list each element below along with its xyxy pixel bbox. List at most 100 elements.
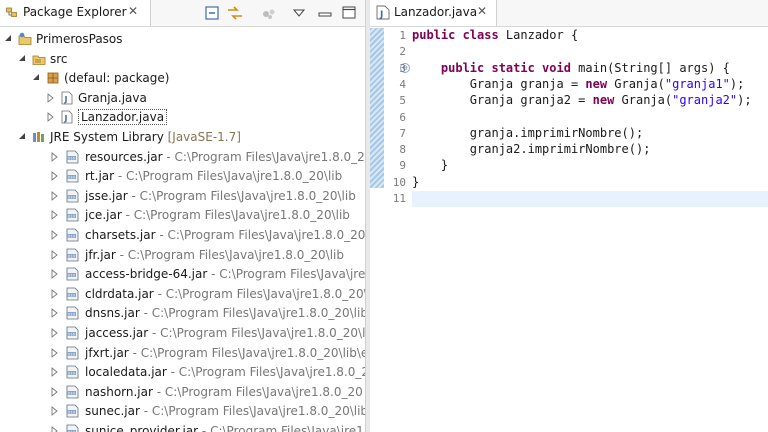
tree-node-jar[interactable]: 010 dnsns.jar - C:\Program Files\Java\jre… — [0, 303, 365, 323]
collapsed-twisty-icon[interactable] — [50, 190, 60, 201]
tree-node-jar[interactable]: 010 nashorn.jar - C:\Program Files\Java\j… — [0, 382, 365, 402]
jar-name: access-bridge-64.jar — [85, 267, 208, 282]
collapsed-twisty-icon[interactable] — [50, 406, 60, 417]
tree-node-label: (defaul: package) — [64, 71, 169, 85]
jar-label: nashorn.jar - C:\Program Files\Java\jre1… — [85, 385, 363, 399]
expanded-twisty-icon[interactable] — [18, 132, 28, 142]
jar-name: jfxrt.jar — [85, 345, 129, 360]
tree-node[interactable]: J Granja.java — [0, 88, 365, 108]
code-text: } — [412, 174, 420, 189]
line-number: 7 — [399, 126, 406, 140]
code-line[interactable]: granja.imprimirNombre(); — [412, 126, 768, 142]
close-icon[interactable]: ✕ — [128, 4, 138, 18]
code-line[interactable] — [412, 110, 768, 126]
collapsed-twisty-icon[interactable] — [50, 328, 60, 338]
tab-lanzador-java[interactable]: J Lanzador.java ✕ — [370, 0, 497, 26]
jar-label: jce.jar - C:\Program Files\Java\jre1.8.0… — [85, 208, 350, 222]
code-line[interactable]: } — [412, 158, 768, 174]
tree-node-decoration: [JavaSE-1.7] — [163, 130, 241, 144]
tree-node[interactable]: src — [0, 49, 365, 69]
close-icon[interactable]: ✕ — [477, 4, 487, 18]
tree-node-jar[interactable]: 010 resources.jar - C:\Program Files\Java… — [0, 147, 365, 167]
tree-node-jar[interactable]: 010 charsets.jar - C:\Program Files\Java\… — [0, 225, 365, 245]
expanded-twisty-icon[interactable] — [32, 73, 42, 83]
tree-node-jar[interactable]: 010 jaccess.jar - C:\Program Files\Java\j… — [0, 323, 365, 343]
tree-node-name: Granja.java — [78, 90, 147, 105]
jar-path: - C:\Program Files\Java\jre1.8.0_20\ — [162, 149, 365, 164]
collapsed-twisty-icon[interactable] — [50, 230, 60, 240]
tree-node-name: PrimerosPasos — [36, 32, 123, 46]
collapsed-twisty-icon[interactable] — [50, 171, 60, 182]
code-line[interactable] — [412, 44, 768, 60]
view-menu-icon[interactable] — [290, 4, 308, 22]
tree-node-jar[interactable]: 010 jce.jar - C:\Program Files\Java\jre1.… — [0, 205, 365, 225]
collapsed-twisty-icon[interactable] — [50, 269, 60, 280]
tree-node-jar[interactable]: 010 access-bridge-64.jar - C:\Program Fil… — [0, 264, 365, 284]
collapsed-twisty-icon[interactable] — [50, 426, 60, 432]
maximize-icon[interactable] — [340, 4, 358, 22]
tree-node[interactable]: JRE System Library [JavaSE-1.7] — [0, 127, 365, 147]
package-explorer-view: Package Explorer ✕ PrimerosPasos src (defa… — [0, 0, 365, 432]
focus-icon[interactable] — [260, 4, 278, 22]
collapsed-twisty-icon[interactable] — [46, 92, 56, 103]
collapsed-twisty-icon[interactable] — [50, 151, 60, 162]
collapsed-twisty-icon[interactable] — [50, 367, 60, 378]
tree-node-jar[interactable]: 010 localedata.jar - C:\Program Files\Jav… — [0, 362, 365, 382]
collapsed-twisty-icon[interactable] — [50, 249, 60, 260]
svg-text:010: 010 — [68, 176, 76, 180]
svg-text:010: 010 — [68, 274, 76, 278]
code-line[interactable]: } — [412, 175, 768, 191]
collapsed-twisty-icon[interactable] — [50, 386, 60, 397]
collapsed-twisty-icon[interactable] — [50, 210, 60, 221]
jar-name: localedata.jar — [85, 365, 167, 380]
tree-node-jar[interactable]: 010 jsse.jar - C:\Program Files\Java\jre1… — [0, 186, 365, 206]
collapse-all-icon[interactable] — [203, 4, 221, 22]
code-line[interactable]: Granja granja2 = new Granja("granja2"); — [412, 93, 768, 109]
editor-tab-title: Lanzador.java — [394, 5, 478, 19]
tree-node-jar[interactable]: 010 rt.jar - C:\Program Files\Java\jre1.8… — [0, 166, 365, 186]
code-line[interactable] — [412, 191, 768, 207]
expanded-twisty-icon[interactable] — [4, 34, 14, 44]
tree-node[interactable]: (defaul: package) — [0, 68, 365, 88]
minimize-icon[interactable] — [316, 4, 334, 22]
jar-label: localedata.jar - C:\Program Files\Java\j… — [85, 365, 365, 379]
code-line[interactable]: public class Lanzador { — [412, 28, 768, 44]
svg-text:010: 010 — [68, 195, 76, 199]
code-line[interactable]: Granja granja = new Granja("granja1"); — [412, 77, 768, 93]
java-file-icon: J — [61, 110, 73, 124]
expanded-twisty-icon[interactable] — [18, 54, 28, 64]
editor-tabbar: J Lanzador.java ✕ — [370, 0, 768, 27]
tree-node-jar[interactable]: 010 jfxrt.jar - C:\Program Files\Java\jre… — [0, 343, 365, 363]
collapsed-twisty-icon[interactable] — [50, 347, 60, 358]
collapsed-twisty-icon[interactable] — [46, 112, 56, 123]
code-string: "granja2" — [672, 93, 738, 108]
jar-name: charsets.jar — [85, 228, 156, 242]
tree-node[interactable]: J Lanzador.java — [0, 107, 365, 127]
code-keyword: public class — [412, 28, 499, 42]
code-line[interactable]: granja2.imprimirNombre(); — [412, 142, 768, 158]
line-number: 3 — [399, 61, 406, 75]
tree-node-jar[interactable]: 010 sunjce_provider.jar - C:\Program File… — [0, 421, 365, 432]
tab-package-explorer[interactable]: Package Explorer ✕ — [0, 0, 151, 26]
tree-node-jar[interactable]: 010 jfr.jar - C:\Program Files\Java\jre1.… — [0, 245, 365, 265]
tree-node-jar[interactable]: 010 sunec.jar - C:\Program Files\Java\jre… — [0, 401, 365, 421]
jar-path: - C:\Program Files\Java\jre1.8.0_20 — [152, 384, 363, 399]
jar-name: jaccess.jar — [85, 326, 149, 340]
tree-node-jar[interactable]: 010 cldrdata.jar - C:\Program Files\Java\… — [0, 284, 365, 304]
tree-node-label: Lanzador.java — [78, 109, 168, 126]
jar-path: - C:\Program Files\Java\jre1.8 — [198, 424, 365, 432]
code-text: ); — [737, 93, 752, 108]
jar-path: - C:\Program Files\Java\jre1.8.0_20 — [166, 365, 365, 380]
link-with-editor-icon[interactable] — [226, 4, 244, 22]
jar-name: cldrdata.jar — [85, 286, 154, 301]
jar-path: - C:\Program Files\Java\jre1.8.0_20\lib — [114, 169, 343, 184]
jar-file-icon: 010 — [66, 150, 79, 163]
line-number: 10 — [392, 175, 406, 189]
tree-node[interactable]: PrimerosPasos — [0, 29, 365, 49]
collapsed-twisty-icon[interactable] — [50, 308, 60, 319]
code-line[interactable]: public static void main(String[] args) { — [412, 61, 768, 77]
jar-file-icon: 010 — [66, 267, 79, 281]
collapsed-twisty-icon[interactable] — [50, 288, 60, 299]
jar-file-icon: 010 — [66, 208, 79, 222]
java-file-icon: J — [376, 5, 390, 20]
